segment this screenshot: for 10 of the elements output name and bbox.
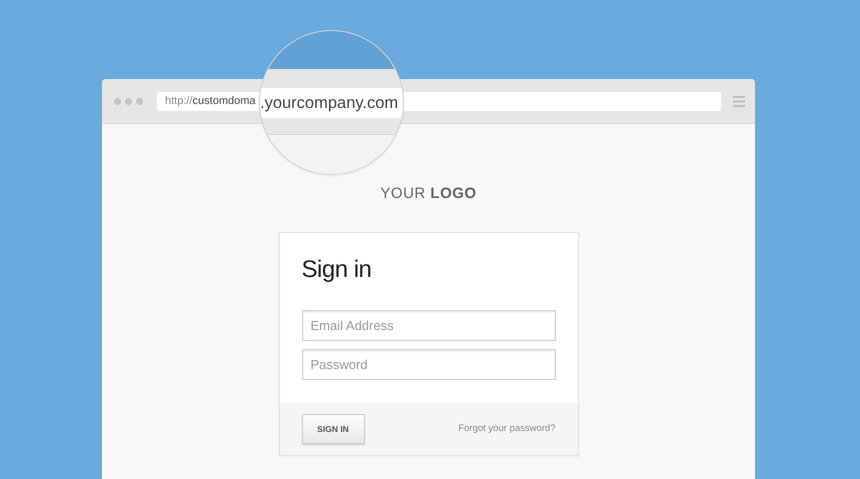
url-protocol: http:// bbox=[165, 94, 193, 106]
input-field[interactable]: Password bbox=[302, 349, 556, 380]
magnified-url: .yourcompany.com bbox=[260, 88, 403, 118]
logo: YOUR LOGO bbox=[379, 185, 478, 203]
sign-in-title: Sign in bbox=[302, 255, 372, 285]
url-host: customdoma bbox=[192, 94, 256, 106]
input-field[interactable]: Email Address bbox=[302, 310, 556, 341]
menu-icon[interactable] bbox=[733, 96, 745, 106]
window-dots-icon bbox=[114, 98, 143, 104]
sign-in-button[interactable]: SIGN IN bbox=[302, 414, 364, 444]
